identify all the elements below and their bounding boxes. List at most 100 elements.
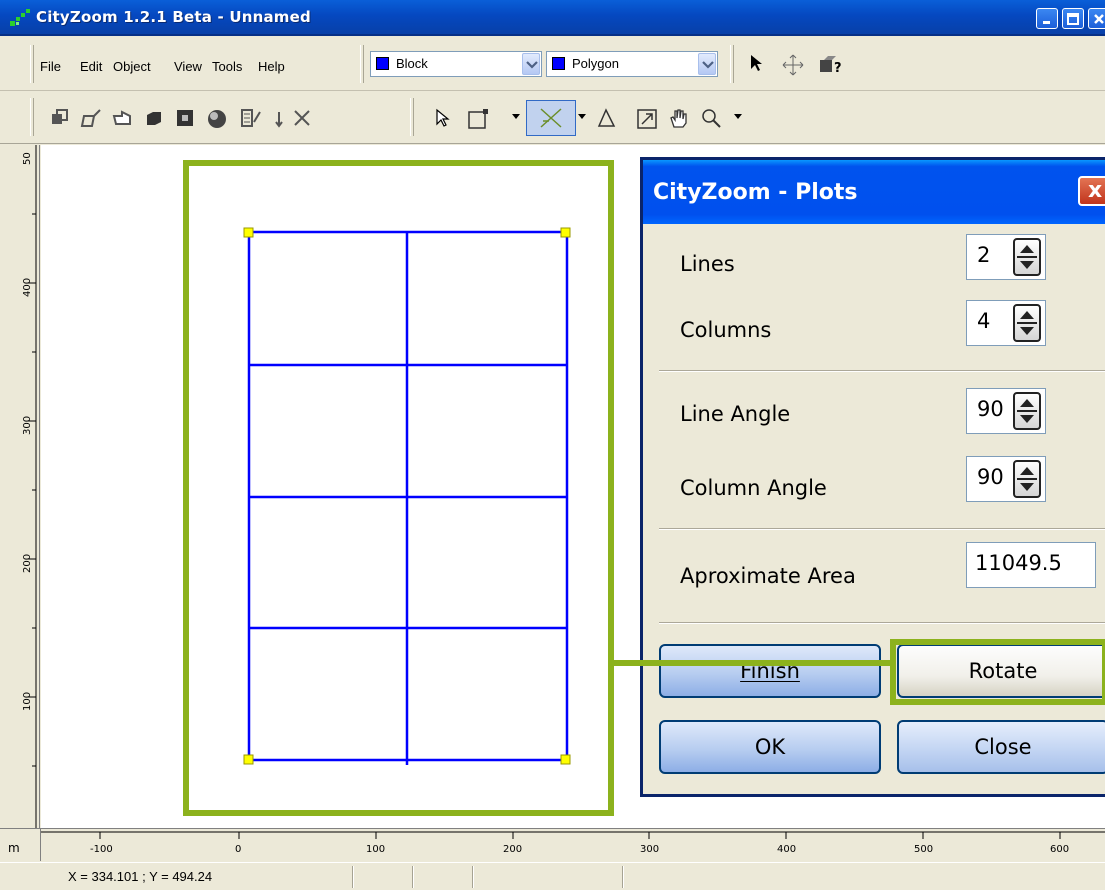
y-tick-label: 200 <box>22 553 33 573</box>
cross-lines-tool-active[interactable] <box>526 100 576 136</box>
toolbar-grip[interactable] <box>30 98 34 136</box>
x-tick-label: 500 <box>914 844 934 855</box>
title-bar[interactable]: CityZoom 1.2.1 Beta - Unnamed <box>0 0 1105 36</box>
maximize-icon <box>1067 13 1079 25</box>
y-tick-label: 400 <box>22 277 33 297</box>
toolbar-grip[interactable] <box>360 45 364 83</box>
triangle-icon[interactable] <box>596 108 618 128</box>
menu-object[interactable]: Object <box>113 59 151 74</box>
tools-toolbar <box>0 92 1105 144</box>
resize-icon[interactable] <box>636 108 658 130</box>
select-arrow-icon[interactable] <box>434 108 452 128</box>
area-field: 11049.5 <box>966 542 1096 588</box>
lines-value: 2 <box>977 243 991 267</box>
copy-building-icon[interactable] <box>50 108 70 128</box>
help-pointer-icon[interactable]: ? <box>818 54 846 76</box>
chevron-down-icon <box>526 61 538 69</box>
line-angle-spinner[interactable]: 90 <box>966 388 1046 434</box>
color-swatch <box>552 57 565 70</box>
zoom-icon[interactable] <box>700 107 724 131</box>
menu-toolbar: File Edit Object View Tools Help Block P… <box>0 37 1105 91</box>
ruler-corner: m <box>0 829 41 861</box>
minimize-button[interactable] <box>1036 8 1058 29</box>
columns-spinner[interactable]: 4 <box>966 300 1046 346</box>
x-tick-label: -100 <box>90 844 113 855</box>
sphere-icon[interactable] <box>206 108 228 130</box>
columns-spin-button[interactable] <box>1013 304 1041 342</box>
square-icon[interactable] <box>175 108 195 128</box>
finish-button[interactable]: Finish <box>659 644 881 698</box>
x-tick-label: 0 <box>235 844 242 855</box>
more-dropdown-icon[interactable] <box>512 114 520 120</box>
dialog-close-button[interactable]: x <box>1078 176 1105 206</box>
cross-lines-icon <box>540 108 562 128</box>
more-dropdown-icon[interactable] <box>578 114 586 120</box>
more-dropdown-icon[interactable] <box>734 114 742 120</box>
lines-spin-button[interactable] <box>1013 238 1041 276</box>
toolbar-grip[interactable] <box>30 45 34 83</box>
toolbar-grip[interactable] <box>730 45 734 83</box>
lines-spinner[interactable]: 2 <box>966 234 1046 280</box>
app-window: CityZoom 1.2.1 Beta - Unnamed File Edit … <box>0 0 1105 890</box>
rectangle-icon[interactable] <box>466 107 490 131</box>
shear-icon[interactable] <box>80 108 102 128</box>
lines-label: Lines <box>680 252 735 276</box>
dialog-title-bar[interactable]: CityZoom - Plots x <box>643 160 1105 224</box>
shape-type-value: Polygon <box>572 56 619 71</box>
status-bar: X = 334.101 ; Y = 494.24 <box>0 862 1105 890</box>
column-angle-spin-button[interactable] <box>1013 460 1041 498</box>
object-type-value: Block <box>396 56 428 71</box>
column-angle-value: 90 <box>977 465 1004 489</box>
x-tick-label: 300 <box>640 844 660 855</box>
x-tick-label: 600 <box>1050 844 1070 855</box>
menu-tools[interactable]: Tools <box>212 59 242 74</box>
pan-hand-icon[interactable] <box>668 107 690 131</box>
columns-value: 4 <box>977 309 991 333</box>
status-separator <box>622 866 624 888</box>
line-angle-value: 90 <box>977 397 1004 421</box>
cityzoom-logo-icon <box>10 9 30 26</box>
y-tick-label: 300 <box>22 415 33 435</box>
status-separator <box>472 866 474 888</box>
x-tick-label: 200 <box>503 844 523 855</box>
status-separator <box>412 866 414 888</box>
svg-text:?: ? <box>834 61 842 76</box>
cube-icon[interactable] <box>144 108 164 128</box>
dropdown-button[interactable] <box>522 53 540 75</box>
chevron-down-icon <box>702 61 714 69</box>
horizontal-ruler: m -100 0 100 200 300 400 500 600 <box>0 828 1105 861</box>
close-button-label: Close <box>974 735 1032 759</box>
menu-file[interactable]: File <box>40 59 61 74</box>
close-icon <box>1094 14 1104 24</box>
move-cross-icon[interactable] <box>782 54 804 76</box>
sort-icon[interactable] <box>272 110 286 128</box>
toolbar-grip[interactable] <box>410 98 414 136</box>
close-window-button[interactable] <box>1088 8 1105 29</box>
x-tick-label: 400 <box>777 844 797 855</box>
color-swatch <box>376 57 389 70</box>
line-angle-label: Line Angle <box>680 402 791 426</box>
menu-view[interactable]: View <box>174 59 202 74</box>
ok-button[interactable]: OK <box>659 720 881 774</box>
columns-label: Columns <box>680 318 772 342</box>
arrow-pointer-icon[interactable] <box>748 53 766 73</box>
dropdown-button[interactable] <box>698 53 716 75</box>
rotate-highlight-frame <box>890 639 1105 705</box>
object-type-select[interactable]: Block <box>370 51 542 77</box>
column-angle-spinner[interactable]: 90 <box>966 456 1046 502</box>
maximize-button[interactable] <box>1062 8 1084 29</box>
up-down-arrows-icon <box>1017 399 1037 423</box>
menu-edit[interactable]: Edit <box>80 59 102 74</box>
close-button[interactable]: Close <box>897 720 1105 774</box>
delete-x-icon[interactable] <box>292 108 312 128</box>
minimize-icon <box>1043 21 1050 24</box>
line-angle-spin-button[interactable] <box>1013 392 1041 430</box>
paint-icon[interactable] <box>240 108 262 128</box>
shape-type-select[interactable]: Polygon <box>546 51 718 77</box>
up-down-arrows-icon <box>1017 245 1037 269</box>
hand-point-icon[interactable] <box>112 108 134 128</box>
section-divider <box>659 528 1105 530</box>
section-divider <box>659 370 1105 372</box>
menu-help[interactable]: Help <box>258 59 285 74</box>
x-tick-label: 100 <box>366 844 386 855</box>
